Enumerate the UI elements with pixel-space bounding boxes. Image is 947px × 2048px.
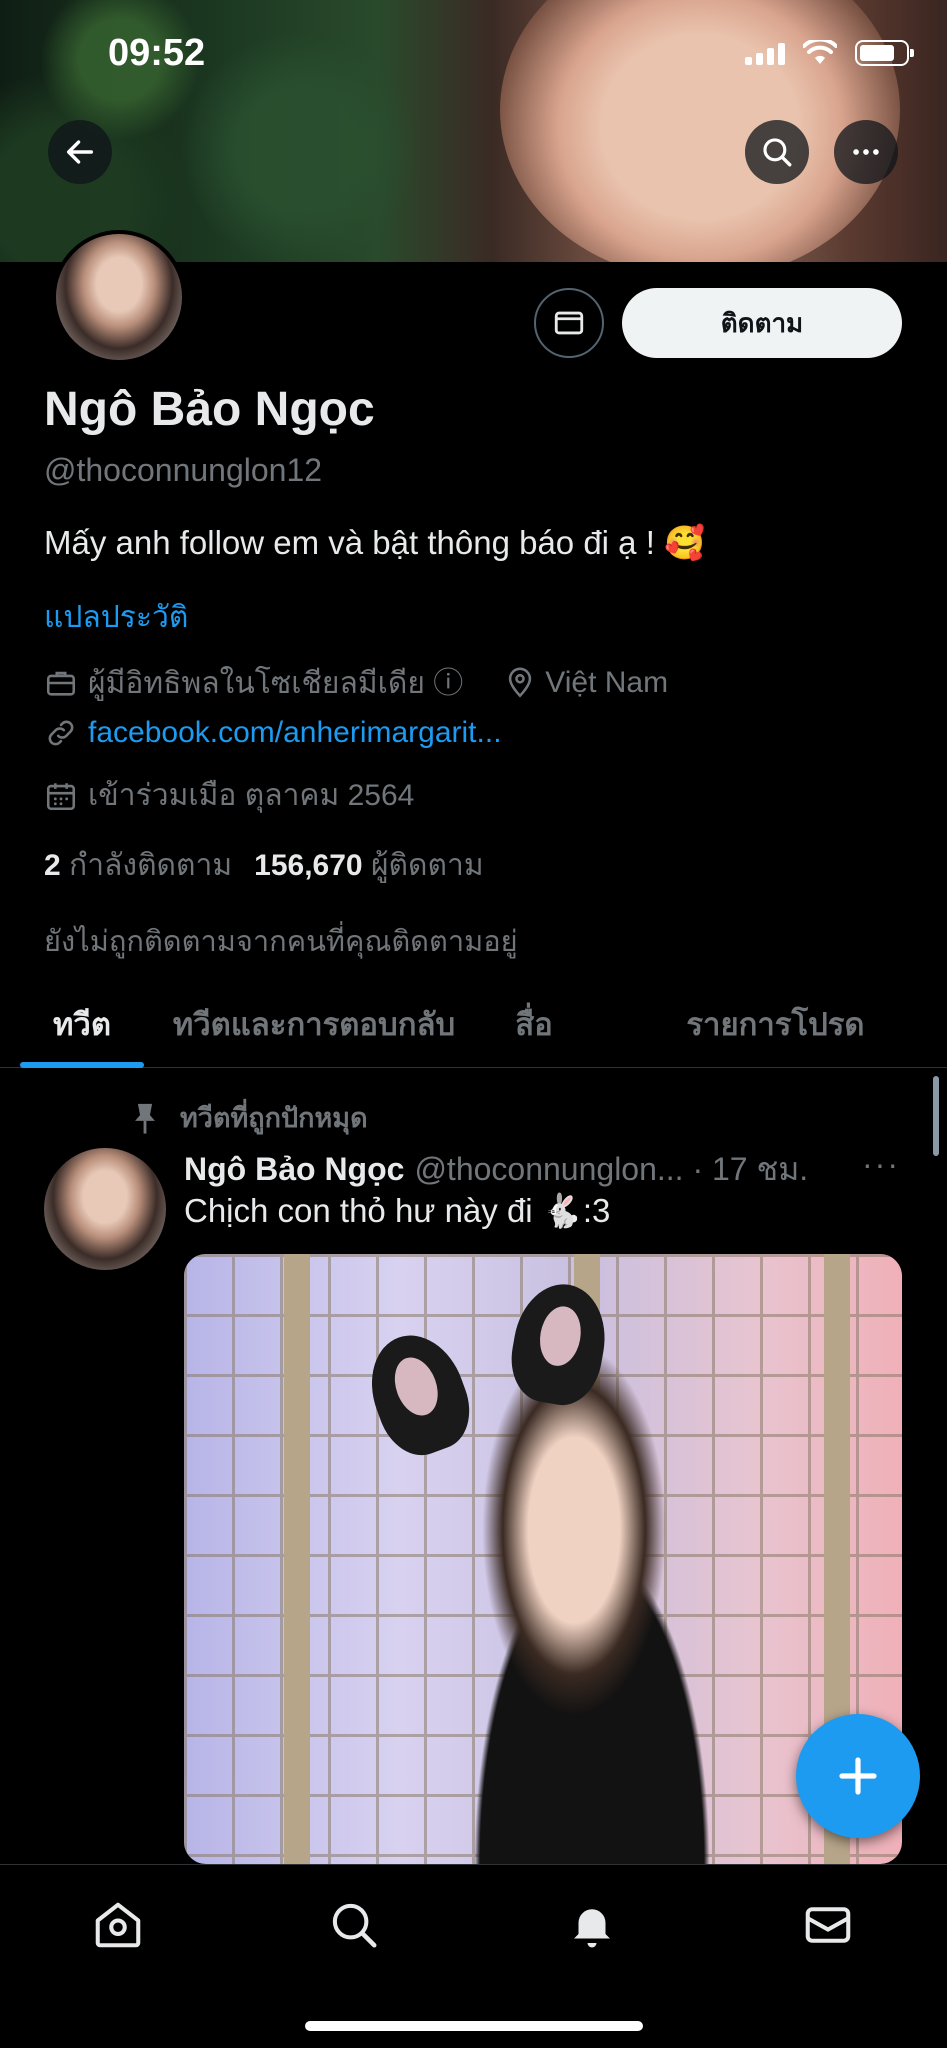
back-button[interactable]	[48, 120, 112, 184]
nav-home[interactable]	[88, 1895, 148, 1955]
tweet-text: Chịch con thỏ hư này đi 🐇:3	[184, 1192, 611, 1229]
tab-likes[interactable]: รายการโปรด	[604, 980, 947, 1068]
profile-meta-category-location: ผู้มีอิทธิพลในโซเชียลมีเดีย ⓘ Việt Nam	[44, 658, 668, 707]
nav-messages[interactable]	[798, 1895, 858, 1955]
bottom-nav	[0, 1864, 947, 2048]
search-icon	[763, 138, 792, 167]
following-stat[interactable]: 2 กำลังติดตาม	[44, 842, 232, 889]
pinned-indicator: ทวีตที่ถูกปักหมุด	[130, 1096, 368, 1139]
profile-joined: เข้าร่วมเมือ ตุลาคม 2564	[88, 779, 415, 812]
more-button[interactable]	[834, 120, 898, 184]
envelope-icon	[554, 311, 584, 335]
follow-counts: 2 กำลังติดตาม 156,670 ผู้ติดตาม	[44, 842, 484, 889]
envelope-icon	[805, 1907, 851, 1943]
nav-notifications[interactable]	[562, 1895, 622, 1955]
nav-search[interactable]	[324, 1895, 384, 1955]
tweet-author-avatar[interactable]	[44, 1148, 166, 1270]
not-followed-note: ยังไม่ถูกติดตามจากคนที่คุณติดตามอยู่	[44, 926, 518, 958]
tweet-author-name[interactable]: Ngô Bảo Ngọc	[184, 1151, 404, 1188]
link-icon	[48, 720, 74, 746]
plus-icon	[839, 1757, 877, 1795]
tab-tweets-and-replies[interactable]: ทวีตและการตอบกลับ	[164, 980, 464, 1068]
battery-icon	[855, 40, 914, 66]
pin-icon	[135, 1103, 155, 1134]
tab-media[interactable]: สื่อ	[464, 980, 604, 1068]
status-time: 09:52	[108, 32, 206, 74]
profile-name: Ngô Bảo Ngọc	[44, 383, 375, 436]
profile-website-row: facebook.com/anherimargarit...	[44, 716, 502, 750]
following-count: 2	[44, 849, 61, 882]
followers-count: 156,670	[254, 849, 363, 882]
follow-button[interactable]: ติดตาม	[622, 288, 902, 358]
profile-bio: Mấy anh follow em và bật thông báo đi ạ …	[44, 524, 706, 561]
bell-icon	[574, 1909, 610, 1948]
pinned-label: ทวีตที่ถูกปักหมุด	[180, 1103, 368, 1133]
calendar-icon	[46, 782, 76, 810]
following-label: กำลังติดตาม	[69, 849, 233, 882]
tab-tweets[interactable]: ทวีต	[0, 980, 164, 1068]
followers-stat[interactable]: 156,670 ผู้ติดตาม	[254, 842, 483, 889]
tweet-handle-time: @thoconnunglon... · 17 ชม.	[414, 1151, 809, 1187]
message-button[interactable]	[534, 288, 604, 358]
profile-tabs: ทวีต ทวีตและการตอบกลับ สื่อ รายการโปรด	[0, 980, 947, 1068]
scrollbar[interactable]	[933, 1076, 939, 1156]
briefcase-icon	[46, 671, 76, 696]
home-icon	[95, 1902, 141, 1948]
profile-website-link[interactable]: facebook.com/anherimargarit...	[88, 716, 502, 750]
more-icon	[853, 149, 879, 155]
signal-icon	[745, 41, 785, 65]
wifi-icon	[803, 40, 837, 64]
profile-location: Việt Nam	[545, 665, 669, 699]
compose-tweet-button[interactable]	[796, 1714, 920, 1838]
location-pin-icon	[509, 667, 532, 698]
profile-handle: @thoconnunglon12	[44, 452, 323, 488]
tweet-media-image[interactable]	[184, 1254, 902, 1864]
status-icons	[745, 40, 914, 66]
search-button[interactable]	[745, 120, 809, 184]
tweet-more-button[interactable]: ···	[862, 1146, 900, 1183]
profile-joined-row: เข้าร่วมเมือ ตุลาคม 2564	[44, 772, 414, 819]
media-screen-frame	[284, 1254, 310, 1864]
search-icon	[332, 1903, 377, 1948]
followers-label: ผู้ติดตาม	[370, 849, 484, 882]
profile-avatar[interactable]	[52, 230, 186, 364]
profile-category[interactable]: ผู้มีอิทธิพลในโซเชียลมีเดีย ⓘ	[88, 658, 463, 707]
profile-location-group: Việt Nam	[503, 666, 668, 700]
arrow-left-icon	[66, 140, 94, 164]
tweet-header: Ngô Bảo Ngọc @thoconnunglon... · 17 ชม.	[184, 1144, 808, 1195]
home-indicator[interactable]	[305, 2021, 643, 2031]
translate-bio-link[interactable]: แปลประวัติ	[44, 594, 188, 641]
